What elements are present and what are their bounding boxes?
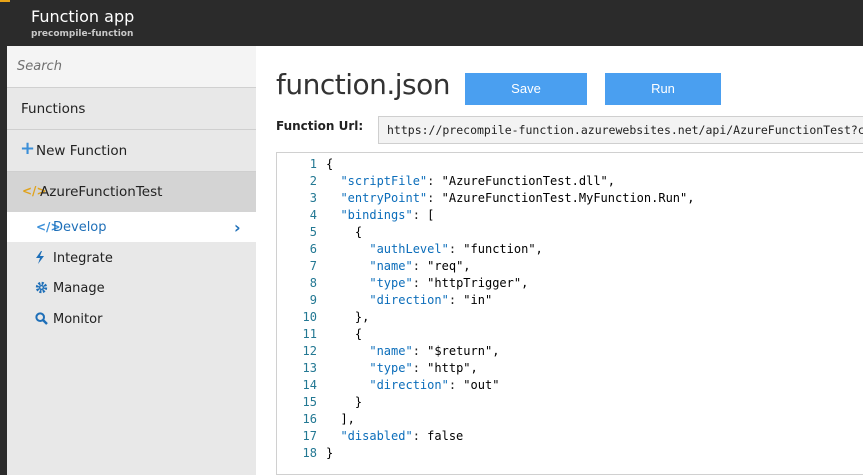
function-url-field[interactable]: https://precompile-function.azurewebsite… [378,116,863,144]
search-icon [35,312,48,328]
code-text: } [326,395,363,409]
chevron-right-icon: › [234,218,241,237]
code-text: ], [326,412,355,426]
code-text: "disabled": false [340,429,464,443]
sidebar: Search Functions + New Function </> Azur… [0,46,256,475]
line-number: 6 [309,242,317,256]
sidebar-item-manage[interactable]: Manage [7,273,256,303]
sidebar-item-monitor[interactable]: Monitor [7,304,256,334]
code-text: "direction": "out" [369,378,500,392]
page-title: function.json [276,68,451,101]
line-number: 2 [309,174,317,188]
gear-icon [35,281,48,297]
code-text: "entryPoint": "AzureFunctionTest.MyFunct… [340,191,695,205]
line-number: 18 [302,446,317,460]
line-number: 17 [302,429,317,443]
code-text: { [326,157,334,171]
new-function-label: New Function [36,143,128,159]
run-button[interactable]: Run [605,73,721,105]
line-number: 14 [302,378,317,392]
line-number: 8 [309,276,317,290]
sidebar-item-label: Monitor [53,312,103,327]
line-number: 12 [302,344,317,358]
line-number: 3 [309,191,317,205]
code-text: "direction": "in" [369,293,493,307]
code-text: }, [326,310,370,324]
sidebar-item-develop[interactable]: </> Develop › [7,212,256,242]
code-text: "type": "httpTrigger", [369,276,529,290]
sidebar-item-integrate[interactable]: Integrate [7,243,256,273]
sidebar-item-label: Manage [53,281,105,296]
function-name: AzureFunctionTest [40,184,163,200]
line-number: 11 [302,327,317,341]
line-number: 13 [302,361,317,375]
line-number: 9 [309,293,317,307]
function-url-label: Function Url: [276,119,364,133]
search-input[interactable]: Search [7,46,256,88]
function-url-value: https://precompile-function.azurewebsite… [387,123,863,137]
line-number: 7 [309,259,317,273]
code-text: { [326,327,363,341]
code-text: } [326,446,334,460]
code-text: "authLevel": "function", [369,242,543,256]
code-text: "scriptFile": "AzureFunctionTest.dll", [340,174,616,188]
line-number: 15 [302,395,317,409]
app-header: Function app precompile-function [0,0,863,46]
sidebar-item-label: Integrate [53,251,113,266]
plus-icon: + [20,138,36,159]
functions-heading[interactable]: Functions [7,88,256,130]
function-entry[interactable]: </> AzureFunctionTest [7,172,256,212]
line-number: 10 [302,310,317,324]
code-text: "bindings": [ [340,208,435,222]
code-editor[interactable]: 1 {2 "scriptFile": "AzureFunctionTest.dll… [276,152,863,475]
new-function-button[interactable]: + New Function [7,130,256,172]
code-text: "name": "req", [369,259,471,273]
lightning-icon [35,251,45,267]
code-text: "type": "http", [369,361,478,375]
line-number: 1 [309,157,317,171]
sidebar-edge [0,46,7,475]
functions-heading-label: Functions [21,101,86,117]
code-text: "name": "$return", [369,344,500,358]
line-number: 4 [309,208,317,222]
line-number: 16 [302,412,317,426]
search-placeholder: Search [17,59,62,74]
sidebar-item-label: Develop [53,220,107,235]
line-number: 5 [309,225,317,239]
save-button[interactable]: Save [465,73,587,105]
code-text: { [326,225,363,239]
app-title: Function app [31,7,135,26]
header-accent [0,0,10,2]
app-subtitle: precompile-function [31,29,134,39]
